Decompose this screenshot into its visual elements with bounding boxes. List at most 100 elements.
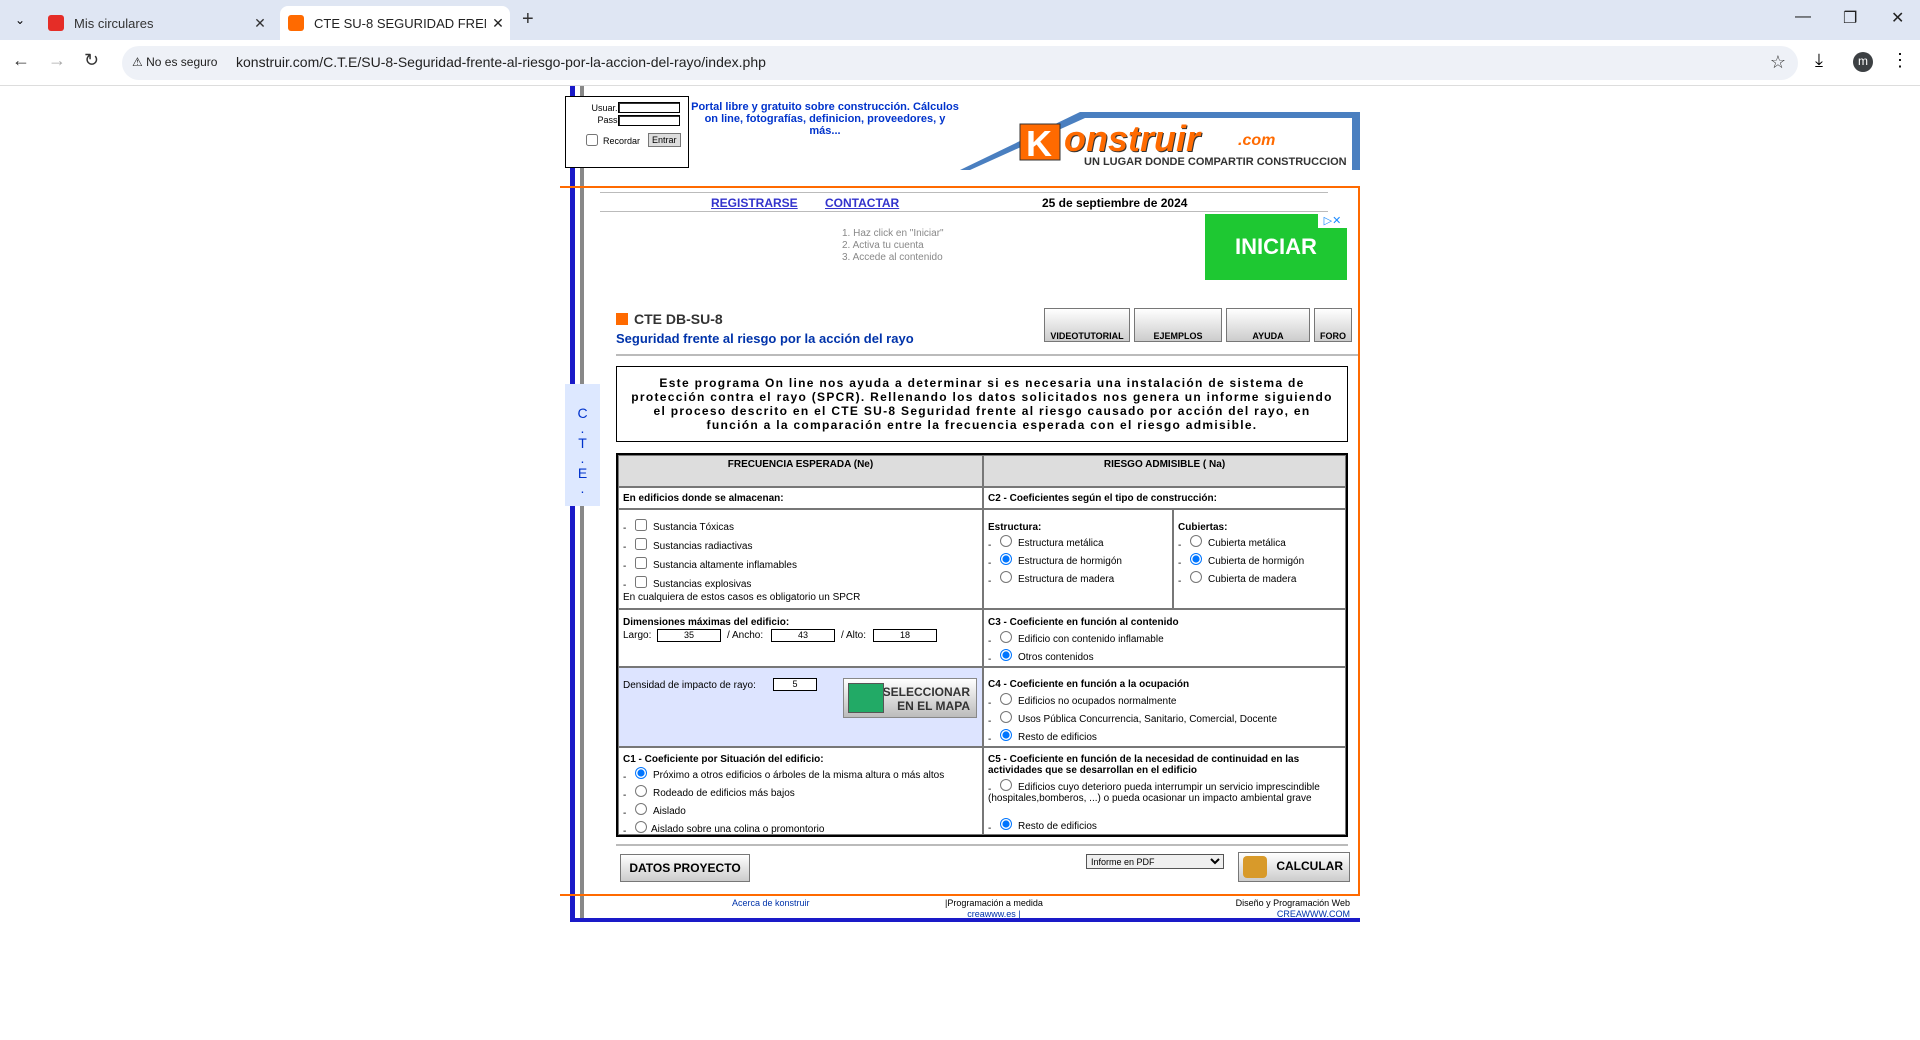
option-label: Rodeado de edificios más bajos <box>653 788 795 799</box>
c2-title: C2 - Coeficientes según el tipo de const… <box>988 493 1217 504</box>
c4-public-radio[interactable] <box>1000 711 1012 723</box>
creawww-es-link[interactable]: creawww.es | <box>945 909 1043 920</box>
c1-lower-radio[interactable] <box>635 785 647 797</box>
forum-label: FORO <box>1320 331 1346 341</box>
explosive-checkbox[interactable] <box>635 576 647 588</box>
option-label: Aislado sobre una colina o promontorio <box>651 824 825 835</box>
close-window-icon[interactable]: ✕ <box>1891 8 1904 28</box>
ad-step: 3. Accede al contenido <box>842 252 943 263</box>
structure-wood-radio[interactable] <box>1000 571 1012 583</box>
address-bar: ← → ↻ ⚠ No es seguro konstruir.com/C.T.E… <box>0 40 1920 86</box>
close-icon[interactable]: ✕ <box>248 15 272 32</box>
toxic-checkbox[interactable] <box>635 519 647 531</box>
forum-button[interactable]: FORO <box>1314 308 1352 342</box>
cte-side-tab[interactable]: C.T.E. <box>565 384 600 506</box>
tab-search-icon[interactable]: ⌄ <box>8 8 32 32</box>
divider <box>616 354 1358 356</box>
project-data-button[interactable]: DATOS PROYECTO <box>620 854 750 882</box>
reload-icon[interactable]: ↻ <box>84 50 99 71</box>
c1-isolated-radio[interactable] <box>635 803 647 815</box>
roof-concrete-radio[interactable] <box>1190 553 1202 565</box>
structure-concrete-radio[interactable] <box>1000 553 1012 565</box>
enter-button[interactable]: Entrar <box>648 133 681 147</box>
calculation-form: FRECUENCIA ESPERADA (Ne) RIESGO ADMISIBL… <box>616 453 1348 837</box>
c4-rest-radio[interactable] <box>1000 729 1012 741</box>
forward-icon[interactable]: → <box>48 50 66 71</box>
creawww-com-link[interactable]: CREAWWW.COM <box>1220 909 1350 920</box>
tab-title: Mis circulares <box>74 15 154 31</box>
logo-brand: onstruir <box>1064 118 1201 159</box>
roof-title: Cubiertas: <box>1178 522 1228 533</box>
avatar[interactable]: m <box>1853 52 1873 72</box>
option-label: Otros contenidos <box>1018 652 1094 663</box>
register-link[interactable]: REGISTRARSE <box>711 196 798 210</box>
calculate-button[interactable]: CALCULAR <box>1238 852 1350 882</box>
stored-section-title: En edificios donde se almacenan: <box>618 487 983 509</box>
radioactive-checkbox[interactable] <box>635 538 647 550</box>
option-label: Resto de edificios <box>1018 732 1097 743</box>
new-tab-icon[interactable]: + <box>522 8 534 31</box>
option-label: Usos Pública Concurrencia, Sanitario, Co… <box>1018 714 1278 725</box>
minimize-icon[interactable]: — <box>1795 8 1811 26</box>
url-text[interactable]: konstruir.com/C.T.E/SU-8-Seguridad-frent… <box>236 54 766 70</box>
option-label: Cubierta de madera <box>1208 574 1297 585</box>
report-format-select[interactable]: Informe en PDF <box>1086 854 1224 869</box>
pass-input[interactable] <box>618 115 680 126</box>
density-input[interactable]: 5 <box>773 678 817 691</box>
select-map-button[interactable]: SELECCIONAR EN EL MAPA <box>843 678 977 718</box>
bookmark-star-icon[interactable]: ☆ <box>1770 52 1786 73</box>
footer-programming: |Programación a medida creawww.es | <box>945 898 1043 920</box>
remember-label: Recordar <box>603 136 641 146</box>
contact-link[interactable]: CONTACTAR <box>825 196 899 210</box>
roof-metal-radio[interactable] <box>1190 535 1202 547</box>
tab-cte-su8[interactable]: CTE SU-8 SEGURIDAD FRENTE AL ✕ <box>280 6 510 40</box>
konstruir-logo[interactable]: K onstruir .com UN LUGAR DONDE COMPARTIR… <box>960 104 1360 170</box>
c1-hill-radio[interactable] <box>635 821 647 833</box>
option-label: Sustancia altamente inflamables <box>653 560 797 571</box>
back-icon[interactable]: ← <box>12 50 30 71</box>
roof-wood-radio[interactable] <box>1190 571 1202 583</box>
option-label: Sustancia Tóxicas <box>653 522 734 533</box>
close-icon[interactable]: ✕ <box>486 15 510 32</box>
description-box: Este programa On line nos ayuda a determ… <box>616 366 1348 442</box>
width-label: / Ancho: <box>727 630 764 641</box>
divider <box>1358 186 1360 896</box>
date-text: 25 de septiembre de 2024 <box>1042 196 1188 210</box>
help-button[interactable]: AYUDA <box>1226 308 1310 342</box>
structure-metal-radio[interactable] <box>1000 535 1012 547</box>
svg-text:K: K <box>1026 123 1052 164</box>
c5-rest-radio[interactable] <box>1000 818 1012 830</box>
option-label: Estructura de madera <box>1018 574 1115 585</box>
restore-icon[interactable]: ❐ <box>1843 8 1857 28</box>
c2-section-title: C2 - Coeficientes según el tipo de const… <box>983 487 1346 509</box>
option-label: Cubierta de hormigón <box>1208 556 1305 567</box>
user-input[interactable] <box>618 102 680 113</box>
density-label: Densidad de impacto de rayo: <box>623 680 756 691</box>
omnibox[interactable]: ⚠ No es seguro konstruir.com/C.T.E/SU-8-… <box>122 46 1798 80</box>
c3-flammable-radio[interactable] <box>1000 631 1012 643</box>
about-link[interactable]: Acerca de konstruir <box>732 898 810 908</box>
height-input[interactable]: 18 <box>873 629 937 642</box>
c1-near-radio[interactable] <box>635 767 647 779</box>
pass-label: Pass: <box>597 115 620 125</box>
c4-unoccupied-radio[interactable] <box>1000 693 1012 705</box>
width-input[interactable]: 43 <box>771 629 835 642</box>
examples-button[interactable]: EJEMPLOS <box>1134 308 1222 342</box>
option-label: Próximo a otros edificios o árboles de l… <box>653 770 945 781</box>
videotutorial-button[interactable]: VIDEOTUTORIAL <box>1044 308 1130 342</box>
download-icon[interactable]: ⤓ <box>1815 50 1823 71</box>
tab-mis-circulares[interactable]: Mis circulares ✕ <box>40 6 272 40</box>
ad-close-icon[interactable]: ▷✕ <box>1318 214 1347 228</box>
length-input[interactable]: 35 <box>657 629 721 642</box>
tab-title: CTE SU-8 SEGURIDAD FRENTE AL <box>314 15 486 31</box>
c3-other-radio[interactable] <box>1000 649 1012 661</box>
web-page: Usuar.: Pass: Recordar Entrar Portal lib… <box>0 86 1920 1040</box>
col-header-na: RIESGO ADMISIBLE ( Na) <box>983 455 1346 487</box>
flammable-checkbox[interactable] <box>635 557 647 569</box>
remember-checkbox[interactable] <box>586 134 598 146</box>
footer-line: |Programación a medida <box>945 898 1043 908</box>
not-secure-badge[interactable]: ⚠ No es seguro <box>132 55 217 69</box>
option-label: Sustancias radiactivas <box>653 541 753 552</box>
konstruir-favicon-icon <box>288 15 304 31</box>
menu-icon[interactable]: ⋮ <box>1891 50 1909 71</box>
